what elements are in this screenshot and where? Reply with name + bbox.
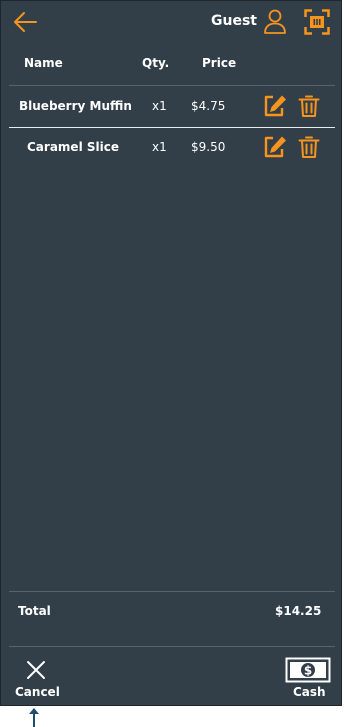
user-button[interactable] [262,8,288,36]
svg-text:$: $ [304,664,312,678]
total-label: Total [18,604,51,618]
close-icon [27,661,45,679]
delete-button[interactable] [298,135,320,159]
cancel-button[interactable]: Cancel [13,657,60,701]
item-name: Blueberry Muffin [19,99,132,113]
guest-label: Guest [211,13,257,29]
back-button[interactable] [11,9,39,35]
edit-icon [264,136,286,158]
scan-button[interactable] [304,9,330,35]
header: Guest [1,1,343,45]
pointer-arrow-icon [29,708,39,727]
item-name: Caramel Slice [27,140,119,154]
header-divider [9,85,335,86]
edit-icon [264,95,286,117]
edit-button[interactable] [263,135,287,159]
trash-icon [298,95,320,117]
total-top-divider [9,591,335,592]
item-price: $4.75 [191,99,226,113]
cancel-label: Cancel [15,685,60,699]
delete-button[interactable] [298,94,320,118]
cash-icon: $ [285,657,331,683]
column-header-qty: Qty. [142,56,170,70]
list-item[interactable]: Caramel Slice x1 $9.50 [1,128,343,168]
arrow-left-icon [14,12,37,32]
item-qty: x1 [152,99,167,113]
scan-icon [304,9,330,35]
item-qty: x1 [152,140,167,154]
column-header-name: Name [24,56,63,70]
list-item[interactable]: Blueberry Muffin x1 $4.75 [1,87,343,127]
total-value: $14.25 [275,604,322,618]
total-bottom-divider [9,646,335,647]
cash-button[interactable]: $ Cash [283,656,333,702]
user-icon [264,9,286,34]
cart-screen: Guest Name Qty. Price Blueberry Muffin x… [0,0,342,706]
trash-icon [298,136,320,158]
item-price: $9.50 [191,140,226,154]
edit-button[interactable] [263,94,287,118]
cash-label: Cash [293,685,326,699]
column-header-price: Price [202,56,237,70]
